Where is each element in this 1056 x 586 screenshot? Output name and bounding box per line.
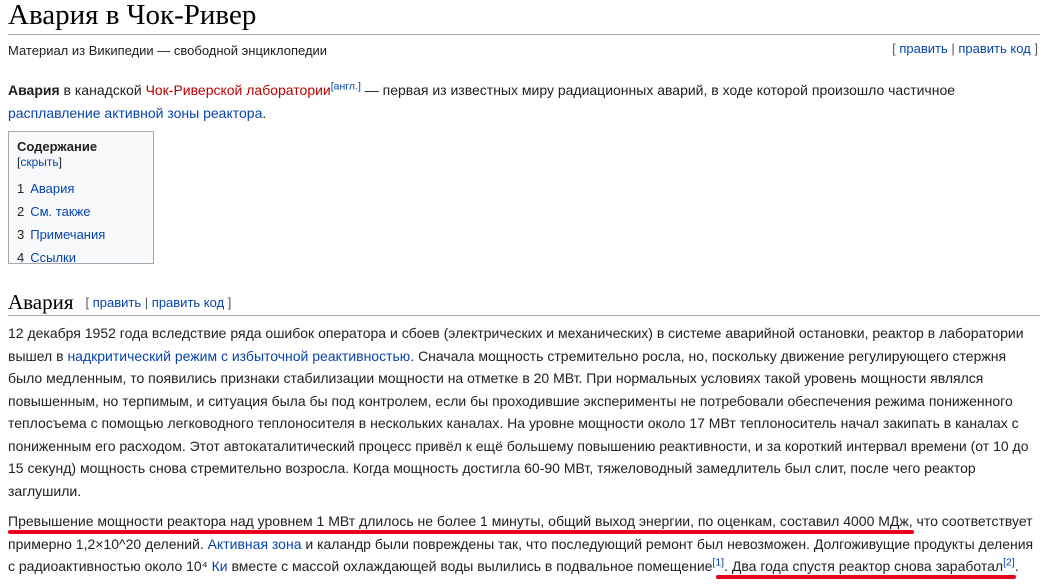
tagline: Материал из Википедии — свободной энцикл…	[8, 43, 328, 58]
red-underline-annotation	[716, 575, 1016, 579]
edit-code-link[interactable]: править код	[958, 41, 1030, 56]
toc-header: Содержание [скрыть]	[17, 139, 98, 169]
page-title: Авария в Чок-Ривер	[8, 0, 257, 31]
table-of-contents: Содержание [скрыть] 1 Авария 2 См. также 3…	[8, 131, 154, 265]
supercritical-link[interactable]: надкритический режим с избыточной реакти…	[67, 348, 410, 364]
section-edit-code-link[interactable]: править код	[152, 295, 224, 310]
curie-link[interactable]: Ки	[212, 558, 228, 574]
toc-title: Содержание	[17, 139, 98, 154]
section-paragraph-2: Превышение мощности реактора над уровнем…	[8, 513, 1034, 574]
lab-link[interactable]: Чок-Риверской лаборатории	[146, 82, 331, 98]
edit-link[interactable]: править	[899, 41, 947, 56]
intro-paragraph: Авария в канадской Чок-Риверской лаборат…	[8, 80, 956, 121]
toc-link-see-also[interactable]: См. также	[30, 204, 90, 219]
section-heading: Авария [ править | править код ]	[8, 289, 231, 316]
section-divider	[8, 315, 1040, 316]
title-divider	[8, 34, 1040, 35]
active-zone-link[interactable]: Активная зона	[208, 536, 302, 552]
toc-hide-link[interactable]: скрыть	[20, 155, 58, 169]
section-edit-links: [ править | править код ]	[85, 295, 232, 310]
highlighted-sentence: Два года спустя реактор снова заработал	[731, 558, 1004, 574]
toc-item: 2 См. также	[17, 204, 91, 219]
toc-link-notes[interactable]: Примечания	[30, 227, 105, 242]
red-underline-annotation	[8, 530, 914, 534]
toc-list: 1 Авария 2 См. также 3 Примечания 4 Ссылки	[17, 177, 145, 269]
toc-item: 4 Ссылки	[17, 250, 77, 265]
footnote-1-link[interactable]: [1]	[712, 556, 724, 568]
toc-link-links[interactable]: Ссылки	[30, 250, 76, 265]
footnote-2-link[interactable]: [2]	[1003, 556, 1015, 568]
section-title: Авария	[8, 290, 74, 314]
intro-bold: Авария	[8, 82, 60, 98]
lang-link[interactable]: [англ.]	[331, 80, 361, 92]
page-edit-links: [ править | править код ]	[892, 41, 1038, 56]
toc-item: 3 Примечания	[17, 227, 106, 242]
meltdown-link[interactable]: расплавление активной зоны реактора	[8, 105, 262, 121]
toc-link-avaria[interactable]: Авария	[30, 181, 74, 196]
section-paragraph-1: 12 декабря 1952 года вследствие ряда оши…	[8, 325, 1029, 499]
toc-item: 1 Авария	[17, 181, 75, 196]
section-edit-link[interactable]: править	[93, 295, 141, 310]
